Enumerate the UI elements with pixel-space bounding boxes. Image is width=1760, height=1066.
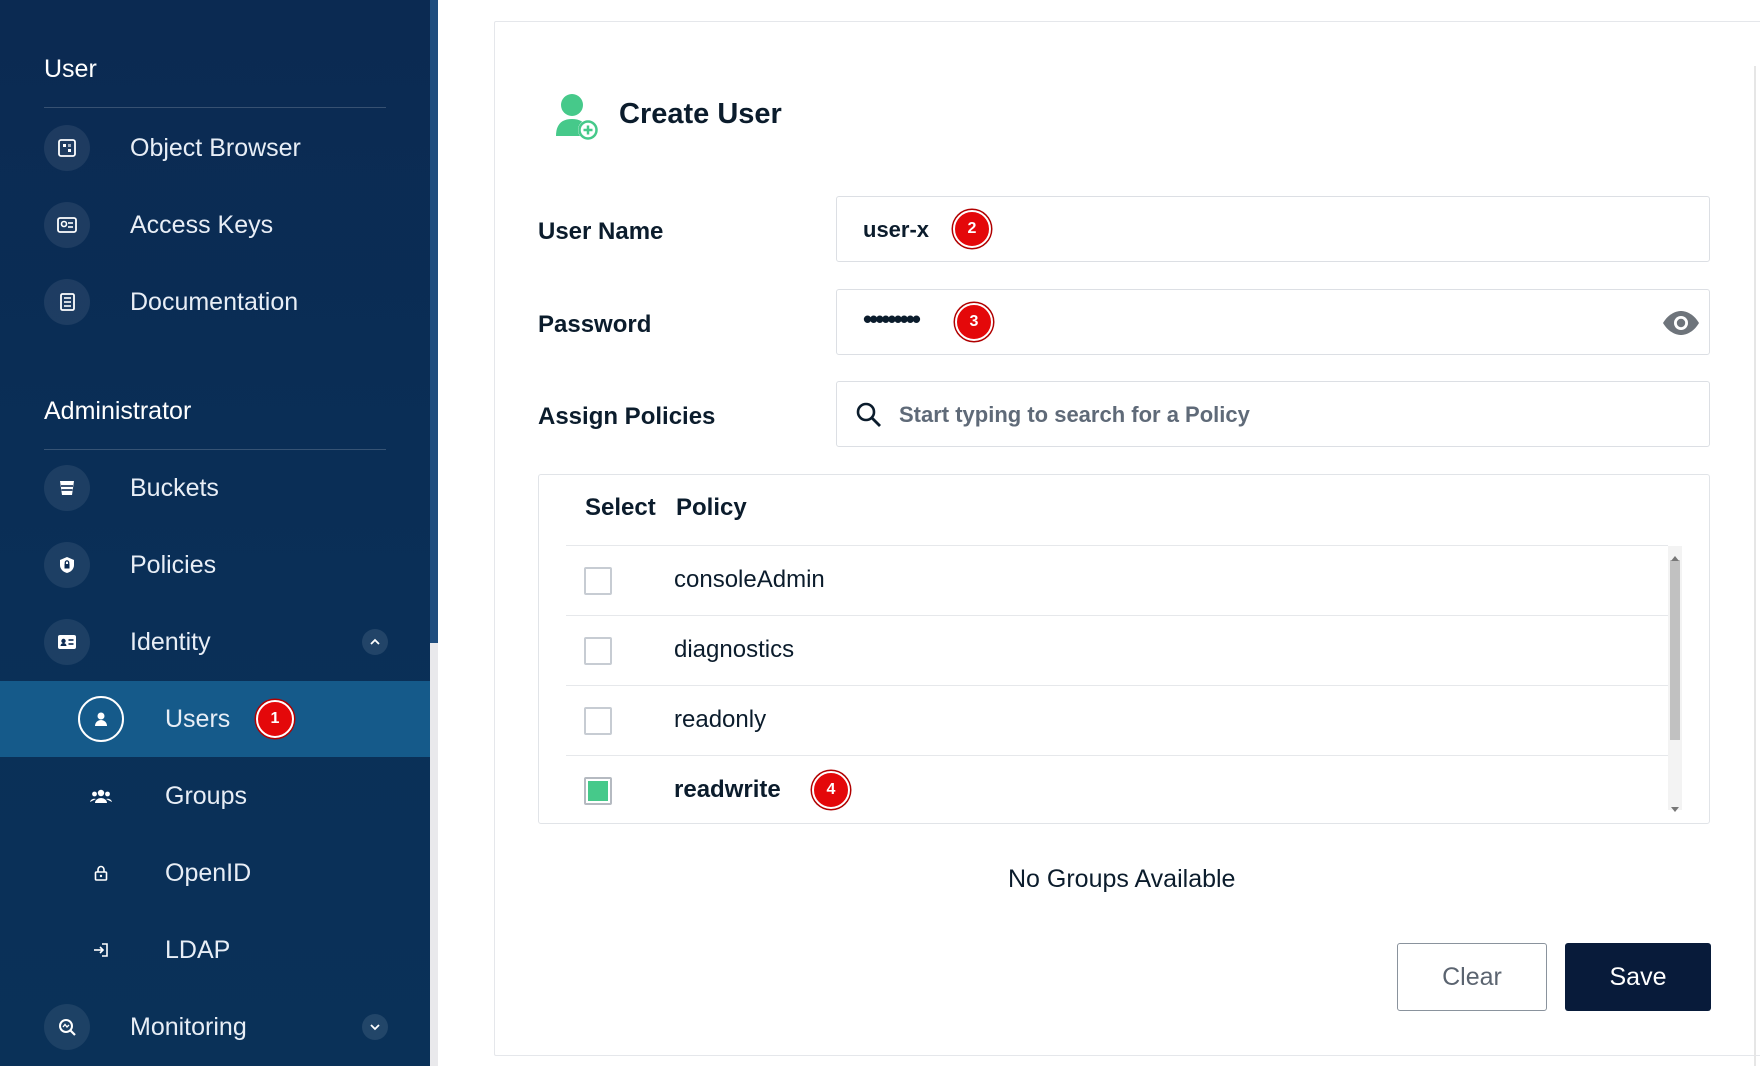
chevron-down-icon[interactable] [362,1014,388,1040]
user-name-label: User Name [538,218,664,245]
sidebar-item-label: LDAP [165,935,231,964]
sidebar-item-policies[interactable]: Policies [0,527,430,603]
annotation-badge: 3 [955,303,993,341]
monitoring-icon [44,1004,90,1050]
page-title: Create User [619,98,782,130]
select-column-header: Select [585,494,656,521]
sidebar-item-label: Policies [130,550,217,579]
sidebar-item-label: Groups [165,781,247,810]
policy-name: consoleAdmin [674,566,825,593]
buckets-icon [44,465,90,511]
policy-name: readonly [674,706,767,733]
sidebar: User Object Browser Access Keys Document… [0,0,430,1066]
sidebar-item-ldap[interactable]: LDAP [0,912,430,988]
user-section-title: User [44,55,97,83]
sidebar-item-label: Identity [130,627,211,656]
password-field[interactable]: ••••••••• 3 [836,289,1710,355]
clear-button[interactable]: Clear [1397,943,1547,1011]
sidebar-item-label: OpenID [165,858,252,887]
policy-search-placeholder: Start typing to search for a Policy [899,402,1250,427]
policy-checkbox-checked[interactable] [584,777,612,805]
sidebar-item-buckets[interactable]: Buckets [0,450,430,526]
user-name-field[interactable]: user-x 2 [836,196,1710,262]
table-row[interactable]: readonly [566,685,1668,755]
password-label: Password [538,311,652,338]
documentation-icon [44,279,90,325]
scroll-up-arrow-icon[interactable] [1671,548,1679,566]
table-row[interactable]: readwrite 4 [566,755,1668,825]
access-keys-icon [44,202,90,248]
sidebar-item-openid[interactable]: OpenID [0,835,430,911]
sidebar-item-documentation[interactable]: Documentation [0,264,430,340]
password-value[interactable]: ••••••••• [863,304,921,335]
lock-icon [78,850,124,896]
groups-icon [78,773,124,819]
assign-policies-label: Assign Policies [538,403,716,430]
identity-icon [44,619,90,665]
chevron-up-icon[interactable] [362,629,388,655]
policy-name: readwrite [674,776,781,803]
sidebar-item-monitoring[interactable]: Monitoring [0,989,430,1065]
login-icon [78,927,124,973]
save-button[interactable]: Save [1565,943,1711,1011]
policy-checkbox[interactable] [584,567,612,595]
sidebar-item-label: Object Browser [130,133,301,162]
user-icon [78,696,124,742]
no-groups-message: No Groups Available [1008,865,1236,893]
policy-search-input[interactable]: Start typing to search for a Policy [836,381,1710,447]
policy-checkbox[interactable] [584,707,612,735]
admin-section-title: Administrator [44,397,192,425]
sidebar-item-users[interactable]: Users 1 [0,681,430,757]
sidebar-item-identity[interactable]: Identity [0,604,430,680]
policy-checkbox[interactable] [584,637,612,665]
sidebar-item-label: Monitoring [130,1012,247,1041]
object-browser-icon [44,125,90,171]
sidebar-item-groups[interactable]: Groups [0,758,430,834]
scroll-down-arrow-icon[interactable] [1671,800,1679,818]
sidebar-item-label: Access Keys [130,210,274,239]
sidebar-item-label: Users [165,704,231,733]
add-user-icon [554,92,602,149]
page-scrollbar[interactable] [1754,66,1756,1066]
divider [44,107,386,108]
table-scrollbar-thumb[interactable] [1670,560,1680,740]
annotation-badge: 2 [953,210,991,248]
table-row[interactable]: diagnostics [566,615,1668,685]
sidebar-item-label: Buckets [130,473,219,502]
sidebar-item-object-browser[interactable]: Object Browser [0,110,430,186]
table-row[interactable]: consoleAdmin [566,545,1668,615]
annotation-badge: 1 [256,700,294,738]
policy-name: diagnostics [674,636,795,663]
sidebar-item-label: Documentation [130,287,299,316]
annotation-badge: 4 [812,771,850,809]
sidebar-item-access-keys[interactable]: Access Keys [0,187,430,263]
sidebar-scrollbar-thumb[interactable] [430,0,438,643]
show-password-eye-icon[interactable] [1661,309,1701,342]
policies-icon [44,542,90,588]
policy-column-header: Policy [676,494,747,521]
search-icon [855,401,883,434]
user-name-value[interactable]: user-x [863,217,929,243]
